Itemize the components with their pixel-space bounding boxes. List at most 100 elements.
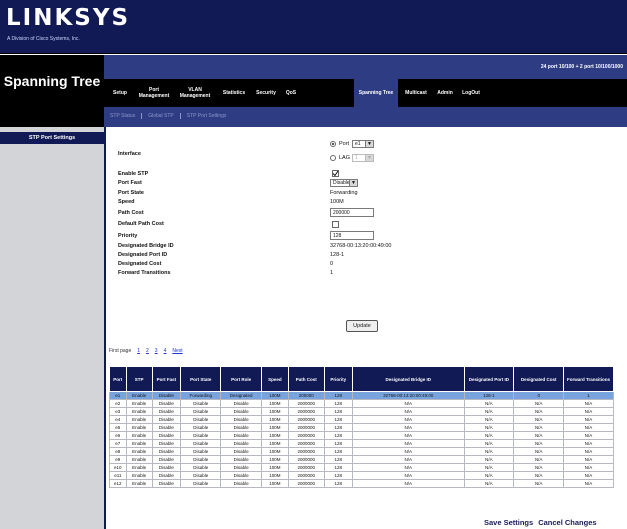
- cell-path-cost: 2000000: [288, 407, 325, 416]
- cell-port-state: Disable: [180, 407, 222, 416]
- cell-port-role: Disable: [220, 463, 262, 472]
- port-state-value: Forwarding: [330, 190, 358, 196]
- cell-priority: 128: [323, 423, 354, 432]
- cell-port: e2: [109, 399, 127, 408]
- cell-port-fast: Disable: [151, 471, 182, 480]
- update-button[interactable]: Update: [346, 320, 378, 332]
- menu-spanning-tree[interactable]: Spanning Tree: [354, 79, 398, 107]
- page-link-next[interactable]: Next: [172, 348, 182, 354]
- table-row[interactable]: e4 Enable Disable Disable Disable 100M 2000000…: [109, 415, 614, 424]
- port-select[interactable]: e1 ▼: [352, 140, 374, 148]
- table-row[interactable]: e9 Enable Disable Disable Disable 100M 2000000…: [109, 455, 614, 464]
- cell-path-cost: 2000000: [288, 423, 325, 432]
- submenu-stp-status[interactable]: STP Status: [104, 113, 143, 119]
- lag-select-value: 1: [355, 155, 358, 161]
- main-menu: Setup Port Management VLAN Management St…: [104, 79, 627, 107]
- cell-designated-cost: N/A: [513, 423, 565, 432]
- cell-designated-cost: N/A: [513, 431, 565, 440]
- cell-port-state: Disable: [180, 439, 222, 448]
- table-row[interactable]: e7 Enable Disable Disable Disable 100M 2000000…: [109, 439, 614, 448]
- cell-forward-transitions: N/A: [563, 439, 614, 448]
- cell-port: e11: [109, 471, 127, 480]
- table-row[interactable]: e11 Enable Disable Disable Disable 100M 200000…: [109, 471, 614, 480]
- page-link-2[interactable]: 2: [146, 348, 149, 354]
- table-row[interactable]: e12 Enable Disable Disable Disable 100M 200000…: [109, 479, 614, 488]
- designated-cost-value: 0: [330, 261, 334, 267]
- table-row[interactable]: e1 Enable Disable Forwarding Designated 100M 2…: [109, 391, 614, 400]
- menu-setup[interactable]: Setup: [107, 79, 133, 107]
- interface-port-radio[interactable]: [330, 141, 336, 147]
- enable-stp-checkbox[interactable]: [332, 170, 339, 177]
- submenu-stp-port-settings[interactable]: STP Port Settings: [181, 113, 233, 119]
- chevron-down-icon: ▼: [349, 180, 357, 186]
- chevron-down-icon: ▼: [365, 141, 373, 147]
- speed-label: Speed: [118, 199, 135, 205]
- cell-stp: Enable: [125, 407, 153, 416]
- cell-forward-transitions: N/A: [563, 447, 614, 456]
- cell-port-fast: Disable: [151, 479, 182, 488]
- interface-lag-radio[interactable]: [330, 155, 336, 161]
- menu-multicast[interactable]: Multicast: [400, 79, 432, 107]
- table-row[interactable]: e6 Enable Disable Disable Disable 100M 2000000…: [109, 431, 614, 440]
- page-link-3[interactable]: 3: [155, 348, 158, 354]
- menu-vlan-management[interactable]: VLAN Management: [175, 79, 215, 107]
- save-settings-button[interactable]: Save Settings: [484, 518, 533, 527]
- cell-designated-port-id: N/A: [463, 399, 515, 408]
- lag-select[interactable]: 1 ▼: [352, 154, 374, 162]
- menu-security[interactable]: Security: [252, 79, 280, 107]
- cell-path-cost: 200000: [288, 391, 325, 400]
- cell-port: e10: [109, 463, 127, 472]
- menu-admin[interactable]: Admin: [434, 79, 456, 107]
- cell-forward-transitions: 1: [563, 391, 614, 400]
- cancel-changes-button[interactable]: Cancel Changes: [538, 518, 596, 527]
- cell-priority: 128: [323, 439, 354, 448]
- chevron-down-icon: ▼: [365, 155, 373, 161]
- cell-port-role: Disable: [220, 407, 262, 416]
- port-fast-select[interactable]: Disable ▼: [330, 179, 358, 187]
- table-row[interactable]: e5 Enable Disable Disable Disable 100M 2000000…: [109, 423, 614, 432]
- menu-port-management[interactable]: Port Management: [135, 79, 173, 107]
- table-row[interactable]: e2 Enable Disable Disable Disable 100M 2000000…: [109, 399, 614, 408]
- page-title: Spanning Tree: [3, 73, 101, 89]
- enable-stp-label: Enable STP: [118, 171, 149, 177]
- sidebar-item-stp-port-settings[interactable]: STP Port Settings: [0, 132, 104, 144]
- page-link-4[interactable]: 4: [164, 348, 167, 354]
- submenu-global-stp[interactable]: Global STP: [142, 113, 181, 119]
- cell-stp: Enable: [125, 431, 153, 440]
- cell-designated-port-id: N/A: [463, 455, 515, 464]
- menu-qos[interactable]: QoS: [282, 79, 300, 107]
- table-row[interactable]: e3 Enable Disable Disable Disable 100M 2000000…: [109, 407, 614, 416]
- cell-speed: 100M: [260, 391, 290, 400]
- port-fast-value: Disable: [333, 180, 350, 186]
- cell-port: e6: [109, 431, 127, 440]
- cell-port-role: Designated: [220, 391, 262, 400]
- cell-port: e9: [109, 455, 127, 464]
- menu-logout[interactable]: LogOut: [459, 79, 483, 107]
- cell-stp: Enable: [125, 479, 153, 488]
- default-path-cost-checkbox[interactable]: [332, 221, 339, 228]
- cell-speed: 100M: [260, 423, 290, 432]
- cell-port-role: Disable: [220, 455, 262, 464]
- cell-port-fast: Disable: [151, 439, 182, 448]
- cell-designated-bridge-id: N/A: [352, 431, 465, 440]
- cell-path-cost: 2000000: [288, 455, 325, 464]
- column-header-speed: Speed: [260, 366, 290, 392]
- cell-designated-port-id: N/A: [463, 463, 515, 472]
- page-link-1[interactable]: 1: [137, 348, 140, 354]
- cell-path-cost: 2000000: [288, 439, 325, 448]
- table-row[interactable]: e8 Enable Disable Disable Disable 100M 2000000…: [109, 447, 614, 456]
- navigation-band: 24 port 10/100 + 2 port 10/100/1000 Setu…: [104, 55, 627, 127]
- cell-designated-bridge-id: N/A: [352, 463, 465, 472]
- pagination-first-label[interactable]: First page: [109, 348, 131, 354]
- cell-priority: 128: [323, 399, 354, 408]
- priority-label: Priority: [118, 233, 138, 239]
- cell-port-role: Disable: [220, 439, 262, 448]
- cell-designated-cost: 0: [513, 391, 565, 400]
- menu-statistics[interactable]: Statistics: [218, 79, 250, 107]
- table-row[interactable]: e10 Enable Disable Disable Disable 100M 200000…: [109, 463, 614, 472]
- path-cost-input[interactable]: 200000: [330, 208, 374, 217]
- cell-path-cost: 2000000: [288, 399, 325, 408]
- priority-input[interactable]: 128: [330, 231, 374, 240]
- cell-port-role: Disable: [220, 447, 262, 456]
- cell-designated-port-id: N/A: [463, 479, 515, 488]
